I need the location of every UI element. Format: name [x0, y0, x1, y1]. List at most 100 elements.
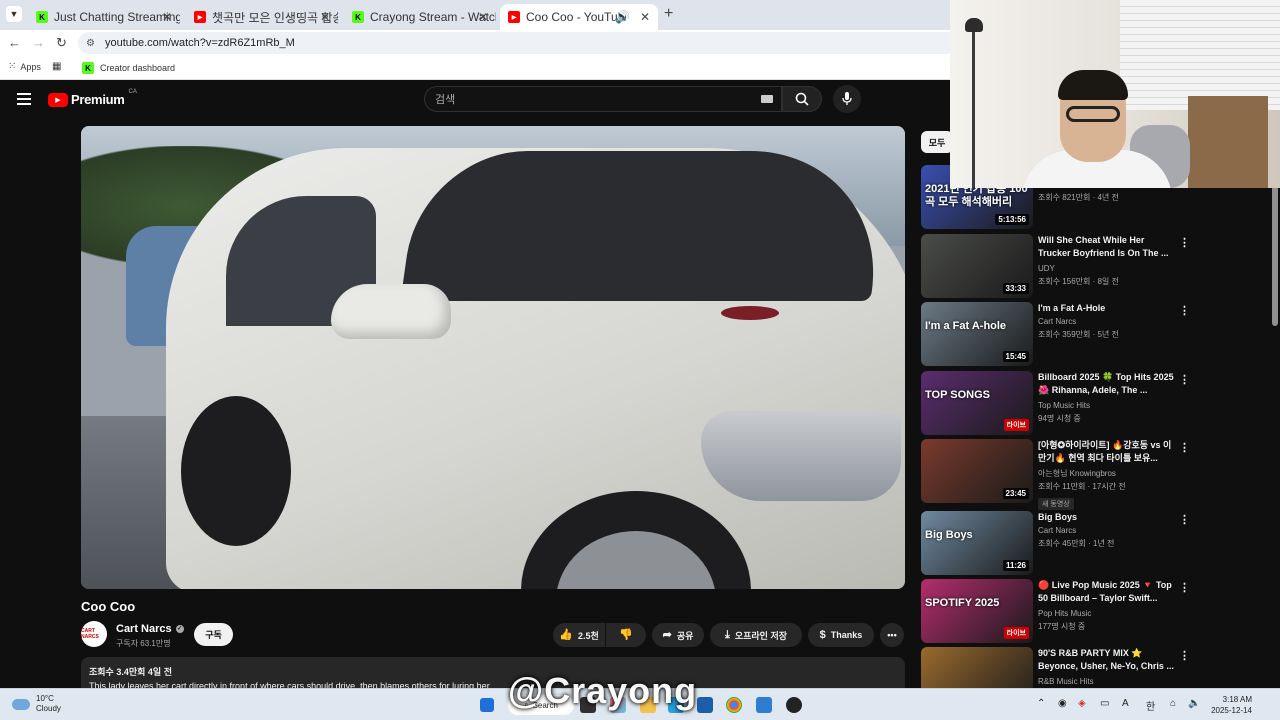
channel-avatar[interactable]: CART NARCS — [81, 621, 107, 647]
webcam-lamp-pole — [972, 20, 975, 188]
subscribe-button[interactable]: 구독 — [194, 623, 233, 646]
kick-favicon-icon: K — [352, 11, 364, 23]
filter-chip-all[interactable]: 모두 — [921, 131, 953, 153]
channel-name[interactable]: Top Music Hits — [1038, 400, 1090, 412]
thumbnail-text: TOP SONGS — [925, 389, 991, 401]
new-video-badge: 새 동영상 — [1038, 498, 1074, 510]
grid-icon: ▦ — [52, 61, 62, 72]
tray-app-icon[interactable]: ◉ — [1058, 698, 1067, 709]
obs-icon[interactable] — [786, 697, 802, 713]
video-thumbnail[interactable]: I'm a Fat A-hole 15:45 — [921, 302, 1033, 366]
more-vertical-icon[interactable]: ⋮ — [1179, 513, 1190, 526]
download-button[interactable]: ⤓ 오프라인 저장 — [710, 623, 802, 647]
tab-just-chatting[interactable]: K Just Chatting Streaming - Live ✕ — [28, 4, 180, 30]
channel-name[interactable]: UDY — [1038, 263, 1119, 275]
like-button[interactable]: 👍 2.5천 — [553, 623, 605, 647]
recommended-video[interactable]: 33:33 Will She Cheat While Her Trucker Bo… — [921, 234, 1261, 300]
thumbs-up-icon: 👍 — [559, 628, 573, 641]
recommended-video[interactable]: Big Boys 11:26 Big Boys Cart Narcs 조회수 45만회 … — [921, 511, 1261, 577]
menu-icon[interactable] — [17, 93, 31, 105]
windows-start-icon[interactable] — [480, 698, 494, 712]
more-vertical-icon[interactable]: ⋮ — [1179, 304, 1190, 317]
tray-security-icon[interactable]: ◈ — [1078, 698, 1086, 709]
channel-name[interactable]: Pop Hits Music — [1038, 608, 1091, 620]
network-icon[interactable]: ⌂ — [1170, 698, 1176, 709]
video-frame-headlight — [701, 411, 901, 501]
speaker-icon[interactable]: 🔊 — [615, 10, 630, 24]
more-vertical-icon[interactable]: ⋮ — [1179, 373, 1190, 386]
duration-badge: 33:33 — [1002, 283, 1029, 294]
more-actions-button[interactable]: ••• — [880, 623, 904, 647]
thanks-button[interactable]: $ Thanks — [808, 623, 874, 647]
tab-groups-icon[interactable]: ▦ — [52, 62, 61, 72]
more-vertical-icon[interactable]: ⋮ — [1179, 649, 1190, 662]
volume-icon[interactable]: 🔈 — [1188, 698, 1200, 709]
address-bar[interactable]: ⚙ youtube.com/watch?v=zdR6Z1mRb_M — [78, 32, 958, 54]
video-thumbnail[interactable]: TOP SONGS 라이브 — [921, 371, 1033, 435]
channel-name[interactable]: Cart Narcs — [1038, 525, 1114, 537]
close-tab-icon[interactable]: ✕ — [478, 10, 488, 24]
bookmark-creator-dashboard[interactable]: K Creator dashboard — [82, 62, 175, 74]
dislike-button[interactable]: 👎 — [606, 623, 646, 647]
tray-display-icon[interactable]: ▭ — [1100, 698, 1109, 709]
search-input[interactable]: 검색 — [424, 86, 782, 112]
channel-name[interactable]: Cart Narcs — [1038, 316, 1119, 328]
share-button[interactable]: ➦ 공유 — [652, 623, 704, 647]
channel-name[interactable]: R&B Music Hits — [1038, 676, 1094, 688]
ime-mode-indicator[interactable]: A — [1122, 698, 1129, 709]
language-indicator[interactable]: 한 — [1146, 698, 1155, 713]
video-title[interactable]: Billboard 2025 🍀 Top Hits 2025 🌺 Rihanna… — [1038, 371, 1174, 397]
video-info: Cart Narcs 조회수 45만회 · 1년 전 — [1038, 525, 1114, 550]
close-tab-icon[interactable]: ✕ — [320, 10, 330, 24]
recommended-video[interactable]: 23:45 [아형✪하이라이트] 🔥강호동 vs 이만기🔥 현역 최다 타이틀 보… — [921, 439, 1261, 510]
reload-icon[interactable]: ↻ — [56, 35, 67, 51]
tab-popsong-playlist[interactable]: ▶ 챗곡만 모은 인생띵곡 합송 플레이 ✕ — [186, 4, 338, 30]
system-clock[interactable]: 3:18 AM 2025-12-14 — [1206, 694, 1252, 716]
more-vertical-icon[interactable]: ⋮ — [1179, 236, 1190, 249]
duration-badge: 11:26 — [1002, 560, 1029, 571]
tab-crayong-stream[interactable]: K Crayong Stream - Watch Live on ✕ — [344, 4, 496, 30]
video-thumbnail[interactable]: 33:33 — [921, 234, 1033, 298]
recommended-video[interactable]: I'm a Fat A-hole 15:45 I'm a Fat A-Hole Car… — [921, 302, 1261, 368]
search-icon — [795, 92, 809, 106]
tray-overflow-icon[interactable]: ⌃ — [1037, 698, 1045, 709]
video-title[interactable]: Will She Cheat While Her Trucker Boyfrie… — [1038, 234, 1174, 260]
video-thumbnail[interactable]: SPOTIFY 2025 라이브 — [921, 579, 1033, 643]
back-icon[interactable]: ← — [8, 35, 21, 50]
video-thumbnail[interactable]: 23:45 — [921, 439, 1033, 503]
video-title[interactable]: I'm a Fat A-Hole — [1038, 302, 1174, 315]
video-title[interactable]: 🔴 Live Pop Music 2025 🔻 Top 50 Billboard… — [1038, 579, 1174, 605]
voice-search-button[interactable] — [833, 85, 861, 113]
recommended-video[interactable]: TOP SONGS 라이브 Billboard 2025 🍀 Top Hits 20… — [921, 371, 1261, 437]
video-info: Cart Narcs 조회수 359만회 · 5년 전 — [1038, 316, 1119, 341]
site-settings-icon[interactable]: ⚙ — [86, 38, 95, 49]
chrome-icon[interactable] — [726, 697, 742, 713]
outlook-icon[interactable] — [756, 697, 772, 713]
youtube-logo[interactable]: ▶ Premium CA — [48, 89, 137, 107]
video-title[interactable]: Big Boys — [1038, 511, 1174, 524]
video-player[interactable] — [81, 126, 905, 589]
video-title[interactable]: 90'S R&B PARTY MIX ⭐ Beyonce, Usher, Ne-… — [1038, 647, 1174, 673]
weather-widget[interactable]: 10°C Cloudy — [12, 694, 61, 714]
channel-name[interactable]: 아는형님 Knowingbros — [1038, 468, 1126, 480]
channel-name[interactable]: Cart Narcs ✓ — [116, 623, 184, 635]
close-tab-icon[interactable]: ✕ — [162, 10, 172, 24]
bookmark-apps[interactable]: ⁙ Apps — [8, 62, 41, 73]
webcam-person-hair — [1058, 70, 1128, 100]
more-vertical-icon[interactable]: ⋮ — [1179, 581, 1190, 594]
video-title[interactable]: [아형✪하이라이트] 🔥강호동 vs 이만기🔥 현역 최다 타이틀 보유... — [1038, 439, 1174, 465]
view-stats: 94명 시청 중 — [1038, 414, 1081, 423]
video-thumbnail[interactable]: Big Boys 11:26 — [921, 511, 1033, 575]
new-tab-icon[interactable]: + — [664, 5, 673, 23]
store-icon[interactable] — [697, 697, 713, 713]
tab-coo-coo-active[interactable]: ▶ Coo Coo - YouTube 🔊 ✕ — [500, 4, 658, 30]
recommended-video[interactable]: SPOTIFY 2025 라이브 🔴 Live Pop Music 2025 🔻 T… — [921, 579, 1261, 645]
more-vertical-icon[interactable]: ⋮ — [1179, 441, 1190, 454]
close-tab-icon[interactable]: ✕ — [640, 10, 650, 24]
webcam-overlay — [950, 0, 1280, 188]
forward-icon[interactable]: → — [32, 35, 45, 50]
scrollbar-thumb[interactable] — [1272, 186, 1278, 326]
keyboard-icon[interactable] — [761, 95, 773, 103]
tab-search-button[interactable]: ▼ — [6, 6, 22, 22]
search-button[interactable] — [782, 86, 822, 112]
